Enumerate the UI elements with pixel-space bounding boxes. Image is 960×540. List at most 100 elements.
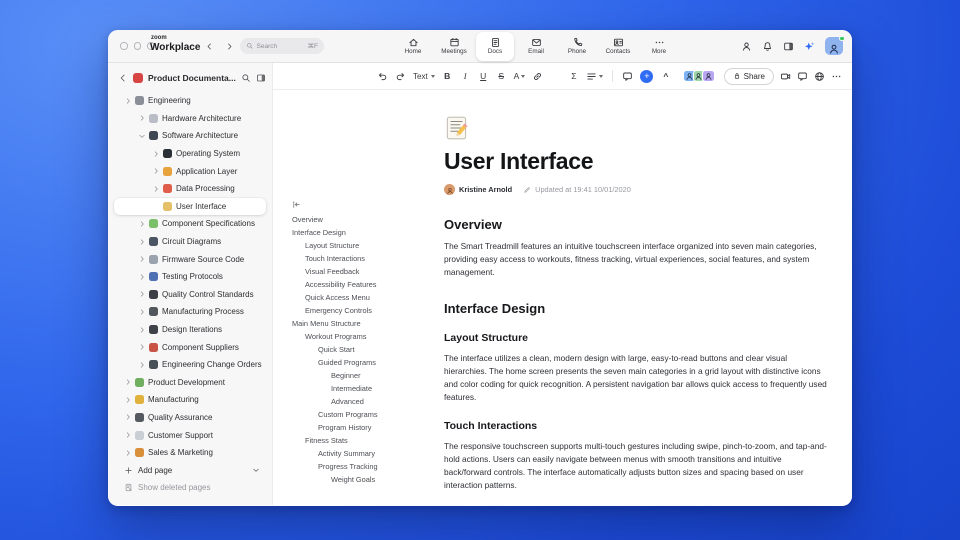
doc-p-the-responsive-touchscre[interactable]: The responsive touchscreen supports mult…: [444, 440, 828, 492]
toolbar-code-button[interactable]: [548, 68, 563, 84]
chevron-right-icon[interactable]: [152, 185, 160, 193]
chevron-right-icon[interactable]: [138, 238, 146, 246]
outline-item-workout-programs[interactable]: Workout Programs: [292, 330, 378, 343]
outline-collapse-icon[interactable]: [292, 200, 301, 209]
share-button[interactable]: Share: [723, 67, 774, 85]
toolbar-text-style-button[interactable]: Text: [411, 68, 437, 84]
sidebar-item-hardware-architecture[interactable]: Hardware Architecture: [108, 110, 272, 128]
toolbar-undo-button[interactable]: [375, 68, 390, 84]
outline-item-activity-summary[interactable]: Activity Summary: [292, 447, 378, 460]
outline-item-weight-goals[interactable]: Weight Goals: [292, 473, 378, 486]
toolbar-ai-insert-button[interactable]: +: [638, 68, 655, 84]
sidebar-item-firmware-source-code[interactable]: Firmware Source Code: [108, 250, 272, 268]
outline-item-custom-programs[interactable]: Custom Programs: [292, 408, 378, 421]
sidebar-item-sales-marketing[interactable]: Sales & Marketing: [108, 444, 272, 462]
outline-item-main-menu-structure[interactable]: Main Menu Structure: [292, 317, 378, 330]
chevron-right-icon[interactable]: [138, 273, 146, 281]
outline-item-interface-design[interactable]: Interface Design: [292, 226, 378, 239]
sidebar-item-software-architecture[interactable]: Software Architecture: [108, 127, 272, 145]
add-page-button[interactable]: Add page: [108, 461, 272, 479]
chevron-right-icon[interactable]: [138, 290, 146, 298]
outline-item-overview[interactable]: Overview: [292, 213, 378, 226]
chevron-right-icon[interactable]: [124, 449, 132, 457]
chevron-right-icon[interactable]: [138, 255, 146, 263]
chevron-right-icon[interactable]: [138, 343, 146, 351]
doc-p-the-interface-utilizes-a[interactable]: The interface utilizes a clean, modern d…: [444, 352, 828, 404]
sidebar-item-quality-assurance[interactable]: Quality Assurance: [108, 409, 272, 427]
chevron-right-icon[interactable]: [124, 378, 132, 386]
sidebar-item-operating-system[interactable]: Operating System: [108, 145, 272, 163]
tab-email[interactable]: Email: [517, 32, 555, 61]
chevron-right-icon[interactable]: [138, 326, 146, 334]
outline-item-quick-access-menu[interactable]: Quick Access Menu: [292, 291, 378, 304]
doc-h3-layout-structure[interactable]: Layout Structure: [444, 332, 828, 344]
outline-item-accessibility-features[interactable]: Accessibility Features: [292, 278, 378, 291]
tab-docs[interactable]: Docs: [476, 31, 514, 61]
outline-item-fitness-stats[interactable]: Fitness Stats: [292, 434, 378, 447]
sidebar-item-data-processing[interactable]: Data Processing: [108, 180, 272, 198]
tab-phone[interactable]: Phone: [558, 32, 596, 61]
chevron-down-icon[interactable]: [252, 466, 260, 474]
sidebar-item-product-development[interactable]: Product Development: [108, 374, 272, 392]
global-search-input[interactable]: Search ⌘F: [240, 38, 324, 54]
side-panel-icon[interactable]: [783, 41, 794, 52]
sidebar-item-manufacturing-process[interactable]: Manufacturing Process: [108, 303, 272, 321]
sidebar-item-manufacturing[interactable]: Manufacturing: [108, 391, 272, 409]
toolbar-equation-button[interactable]: Σ: [566, 68, 581, 84]
outline-item-layout-structure[interactable]: Layout Structure: [292, 239, 378, 252]
outline-item-progress-tracking[interactable]: Progress Tracking: [292, 460, 378, 473]
profile-icon[interactable]: [741, 41, 752, 52]
doc-p-the-smart-treadmill-feat[interactable]: The Smart Treadmill features an intuitiv…: [444, 240, 828, 279]
document-body[interactable]: User Interface Kristine Arnold Updated a…: [444, 90, 828, 492]
outline-item-touch-interactions[interactable]: Touch Interactions: [292, 252, 378, 265]
tab-contacts[interactable]: Contacts: [599, 32, 637, 61]
chevron-right-icon[interactable]: [124, 97, 132, 105]
sidebar-item-quality-control-standards[interactable]: Quality Control Standards: [108, 286, 272, 304]
sidebar-item-application-layer[interactable]: Application Layer: [108, 162, 272, 180]
outline-item-emergency-controls[interactable]: Emergency Controls: [292, 304, 378, 317]
outline-item-quick-start[interactable]: Quick Start: [292, 343, 378, 356]
sidebar-item-component-specifications[interactable]: Component Specifications: [108, 215, 272, 233]
sidebar-item-engineering[interactable]: Engineering: [108, 92, 272, 110]
sidebar-item-customer-support[interactable]: Customer Support: [108, 426, 272, 444]
outline-item-program-history[interactable]: Program History: [292, 421, 378, 434]
outline-item-advanced[interactable]: Advanced: [292, 395, 378, 408]
user-avatar[interactable]: [825, 35, 845, 55]
sidebar-item-component-suppliers[interactable]: Component Suppliers: [108, 338, 272, 356]
toolbar-align-button[interactable]: [584, 68, 605, 84]
back-arrow-icon[interactable]: [118, 73, 128, 83]
chevron-right-icon[interactable]: [138, 220, 146, 228]
ai-companion-icon[interactable]: [804, 41, 815, 52]
toolbar-collapse-toolbar-button[interactable]: ^: [658, 68, 673, 84]
sidebar-item-user-interface[interactable]: User Interface: [114, 197, 266, 216]
outline-item-intermediate[interactable]: Intermediate: [292, 382, 378, 395]
sidebar-item-engineering-change-orders[interactable]: Engineering Change Orders: [108, 356, 272, 374]
chevron-right-icon[interactable]: [152, 167, 160, 175]
video-call-icon[interactable]: [780, 71, 791, 82]
tab-meetings[interactable]: Meetings: [435, 32, 473, 61]
chevron-right-icon[interactable]: [124, 413, 132, 421]
toolbar-text-color-button[interactable]: A: [512, 68, 528, 84]
toolbar-strikethrough-button[interactable]: S: [494, 68, 509, 84]
chevron-right-icon[interactable]: [124, 396, 132, 404]
chevron-right-icon[interactable]: [138, 114, 146, 122]
sidebar-item-design-iterations[interactable]: Design Iterations: [108, 321, 272, 339]
sidebar-search-icon[interactable]: [241, 73, 251, 83]
toolbar-comment-button[interactable]: [620, 68, 635, 84]
tab-more[interactable]: More: [640, 32, 678, 61]
chevron-right-icon[interactable]: [138, 308, 146, 316]
doc-memo-icon[interactable]: [444, 115, 470, 141]
show-deleted-pages-button[interactable]: Show deleted pages: [108, 479, 272, 497]
toolbar-italic-button[interactable]: I: [458, 68, 473, 84]
doc-title[interactable]: User Interface: [444, 148, 828, 175]
chat-icon[interactable]: [797, 71, 808, 82]
outline-item-visual-feedback[interactable]: Visual Feedback: [292, 265, 378, 278]
doc-h2-overview[interactable]: Overview: [444, 217, 828, 232]
outline-item-beginner[interactable]: Beginner: [292, 369, 378, 382]
chevron-right-icon[interactable]: [124, 431, 132, 439]
back-chevron-icon[interactable]: [205, 42, 214, 51]
doc-h2-interface-design[interactable]: Interface Design: [444, 301, 828, 316]
doc-h3-touch-interactions[interactable]: Touch Interactions: [444, 420, 828, 432]
notifications-bell-icon[interactable]: [762, 41, 773, 52]
toolbar-link-button[interactable]: [530, 68, 545, 84]
